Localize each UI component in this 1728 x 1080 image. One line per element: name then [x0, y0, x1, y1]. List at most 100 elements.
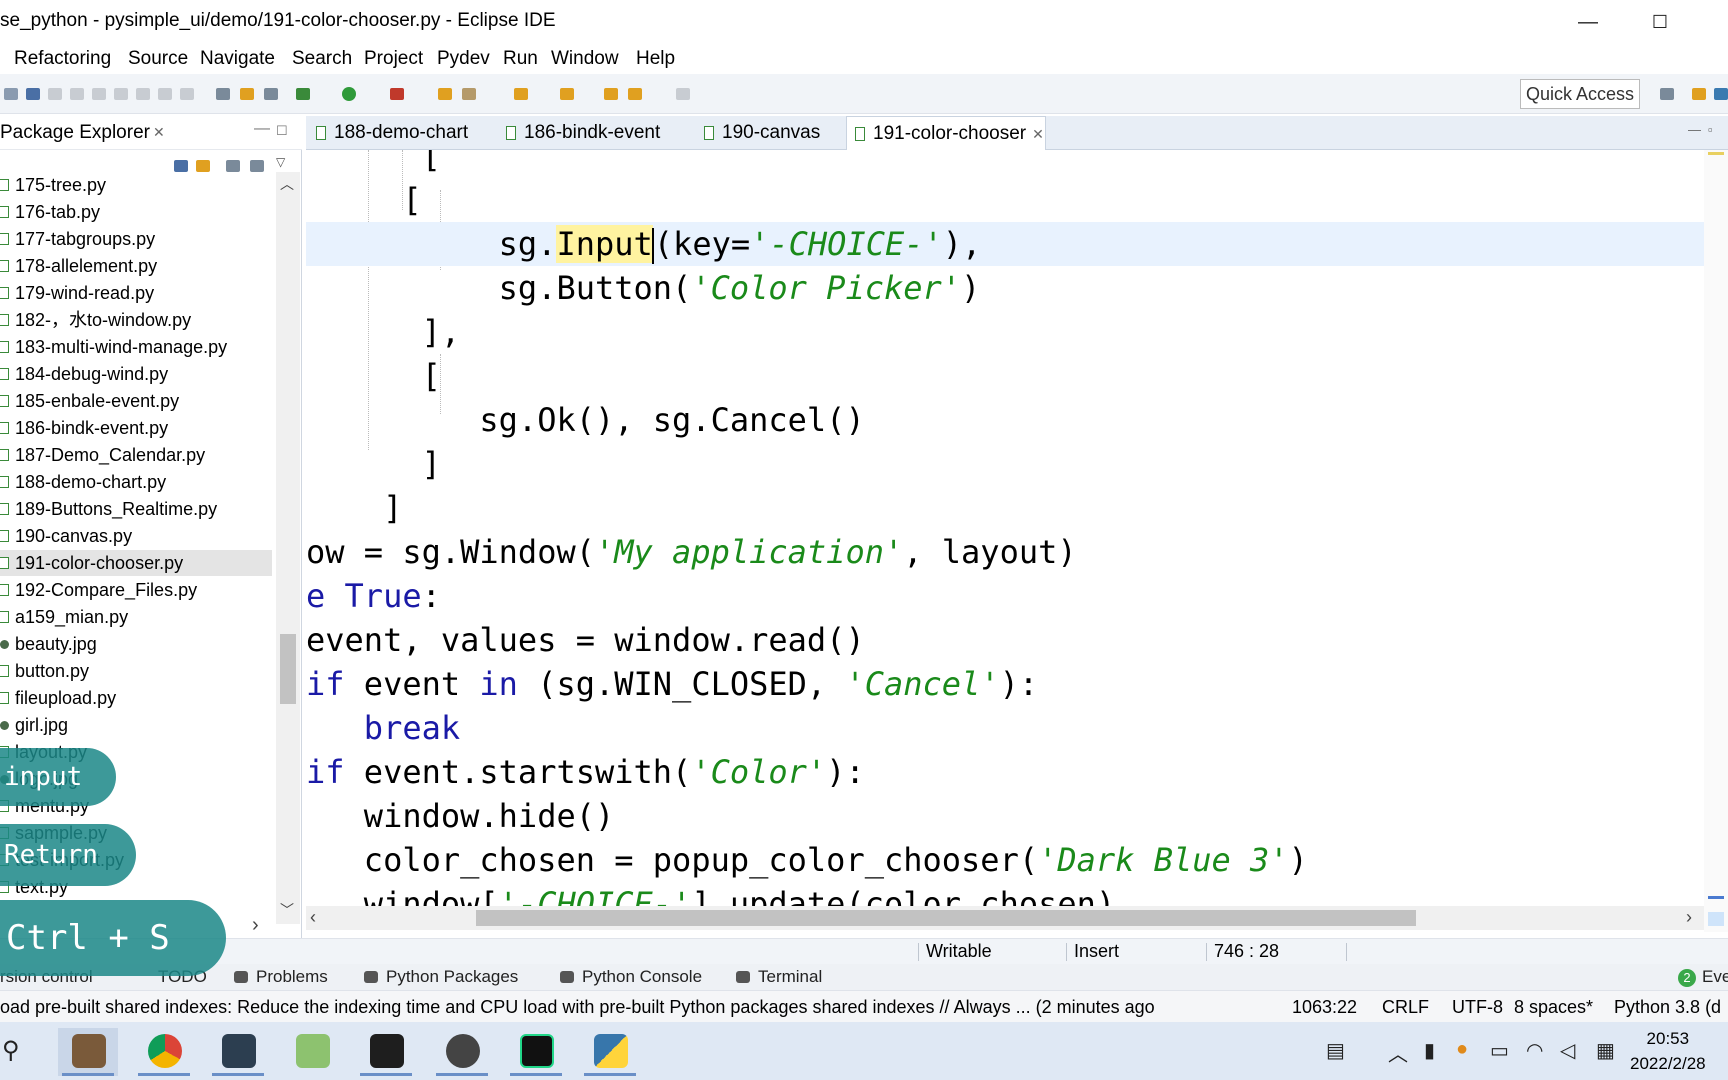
package-explorer-tab[interactable]: Package Explorer [0, 122, 150, 144]
taskbar-app-recorder[interactable] [432, 1028, 492, 1076]
step-return-icon[interactable] [180, 88, 194, 100]
taskbar-app-notepad[interactable] [282, 1028, 342, 1076]
menu-project[interactable]: Project [364, 48, 423, 70]
file-tree-item[interactable]: button.py [0, 658, 272, 684]
next-annotation-icon[interactable] [514, 88, 528, 100]
chevron-up-icon[interactable]: ︿ [1388, 1038, 1408, 1067]
file-tree-item[interactable]: 185-enbale-event.py [0, 388, 272, 414]
scroll-right-icon[interactable]: › [1686, 907, 1692, 928]
java-perspective-icon[interactable] [1692, 88, 1706, 100]
link-editor-icon[interactable] [196, 160, 210, 172]
coverage-icon[interactable] [390, 88, 404, 100]
file-tree-item[interactable]: fileupload.py [0, 685, 272, 711]
line-separator[interactable]: CRLF [1382, 997, 1429, 1018]
code-editor[interactable]: [ [ sg.Input(key='-CHOICE-'), sg.Button(… [306, 150, 1704, 906]
file-tree-item[interactable]: 179-wind-read.py [0, 280, 272, 306]
search-icon[interactable]: ⚲ [2, 1036, 20, 1065]
code-line[interactable]: event, values = window.read() [306, 618, 1704, 662]
console-icon[interactable] [26, 88, 40, 100]
ruler-annotation[interactable] [1708, 152, 1724, 155]
tab-python-console[interactable]: Python Console [560, 967, 702, 987]
code-line[interactable]: [ [306, 150, 1704, 178]
code-line[interactable]: ], [306, 310, 1704, 354]
file-tree-item[interactable]: 175-tree.py [0, 172, 272, 198]
disconnect-icon[interactable] [114, 88, 128, 100]
scroll-left-icon[interactable]: ‹ [310, 907, 316, 928]
file-tree-item[interactable]: 190-canvas.py [0, 523, 272, 549]
menu-window[interactable]: Window [551, 48, 619, 70]
file-tree-item[interactable]: 191-color-chooser.py [0, 550, 272, 576]
indexing-message[interactable]: oad pre-built shared indexes: Reduce the… [0, 997, 1155, 1018]
tab-186-bindk-event[interactable]: 186-bindk-event [498, 116, 660, 150]
file-tree-item[interactable]: 183-multi-wind-manage.py [0, 334, 272, 360]
debug-icon[interactable] [296, 88, 310, 100]
tab-191-color-chooser[interactable]: 191-color-chooser ✕ [846, 116, 1046, 150]
focus-icon[interactable] [226, 160, 240, 172]
run-icon[interactable] [342, 87, 356, 101]
code-line[interactable]: window.hide() [306, 794, 1704, 838]
code-line[interactable]: break [306, 706, 1704, 750]
code-line[interactable]: window['-CHOICE-'].update(color_chosen) [306, 882, 1704, 906]
code-line[interactable]: [ [306, 178, 1704, 222]
tab-188-demo-chart[interactable]: 188-demo-chart [308, 116, 468, 150]
menu-refactoring[interactable]: Refactoring [14, 48, 111, 70]
code-line[interactable]: if event in (sg.WIN_CLOSED, 'Cancel'): [306, 662, 1704, 706]
resume-icon[interactable] [48, 88, 62, 100]
step-over-icon[interactable] [158, 88, 172, 100]
scrollbar-thumb[interactable] [280, 634, 296, 704]
ruler-annotation[interactable] [1708, 912, 1724, 926]
maximize-view-button[interactable]: ☐ [276, 123, 288, 139]
qq-icon[interactable]: ● [1456, 1038, 1468, 1061]
quick-access-input[interactable]: Quick Access [1520, 79, 1640, 109]
file-tree-item[interactable]: 177-tabgroups.py [0, 226, 272, 252]
back-dropdown-icon[interactable] [628, 88, 642, 100]
pydev-perspective-icon[interactable] [1714, 88, 1728, 100]
file-tree-item[interactable]: 187-Demo_Calendar.py [0, 442, 272, 468]
taskbar-app-python[interactable] [580, 1028, 640, 1076]
overview-ruler[interactable] [1704, 150, 1728, 932]
new-folder-icon[interactable] [438, 88, 452, 100]
file-tree-item[interactable]: 188-demo-chart.py [0, 469, 272, 495]
menu-pydev[interactable]: Pydev [437, 48, 490, 70]
file-tree-item[interactable]: a159_mian.py [0, 604, 272, 630]
wifi-icon[interactable]: ◠ [1526, 1038, 1543, 1063]
code-line[interactable]: ow = sg.Window('My application', layout) [306, 530, 1704, 574]
save-icon[interactable] [4, 88, 18, 100]
taskbar-app-settings[interactable] [58, 1028, 118, 1076]
scrollbar-thumb[interactable] [476, 910, 1416, 926]
step-into-icon[interactable] [136, 88, 150, 100]
close-icon[interactable]: ✕ [153, 124, 165, 141]
toggle-mark-icon[interactable] [264, 88, 278, 100]
outline-icon[interactable] [216, 88, 230, 100]
news-widget-icon[interactable]: ▤ [1326, 1038, 1345, 1063]
code-line[interactable]: sg.Button('Color Picker') [306, 266, 1704, 310]
file-encoding[interactable]: UTF-8 [1452, 997, 1503, 1018]
code-line[interactable]: [ [306, 354, 1704, 398]
code-line[interactable]: if event.startswith('Color'): [306, 750, 1704, 794]
code-line[interactable]: ] [306, 486, 1704, 530]
tab-python-packages[interactable]: Python Packages [364, 967, 518, 987]
search-tool-icon[interactable] [462, 88, 476, 100]
menu-source[interactable]: Source [128, 48, 188, 70]
scroll-right-icon[interactable]: › [252, 914, 259, 937]
file-tree-item[interactable]: 176-tab.py [0, 199, 272, 225]
minimize-button[interactable]: — [1558, 6, 1618, 38]
indent-setting[interactable]: 8 spaces* [1514, 997, 1593, 1018]
tab-190-canvas[interactable]: 190-canvas [696, 116, 820, 150]
input-method-icon[interactable]: ▦ [1596, 1038, 1615, 1063]
view-menu-icon[interactable]: ▽ [276, 155, 286, 169]
code-line[interactable]: ] [306, 442, 1704, 486]
file-tree-item[interactable]: 178-allelement.py [0, 253, 272, 279]
battery-icon[interactable]: ▭ [1490, 1038, 1509, 1063]
taskbar-app-editor[interactable] [208, 1028, 268, 1076]
back-icon[interactable] [604, 88, 618, 100]
code-line[interactable]: color_chosen = popup_color_chooser('Dark… [306, 838, 1704, 882]
file-tree-item[interactable]: 189-Buttons_Realtime.py [0, 496, 272, 522]
code-line[interactable]: sg.Ok(), sg.Cancel() [306, 398, 1704, 442]
file-tree-item[interactable]: 184-debug-wind.py [0, 361, 272, 387]
file-tree-scrollbar[interactable]: ︿ ﹀ [276, 172, 300, 924]
menu-run[interactable]: Run [503, 48, 538, 70]
tab-event-log[interactable]: 2 Eve [1678, 967, 1728, 987]
volume-icon[interactable]: ◁ [1560, 1038, 1575, 1063]
maximize-button[interactable]: ☐ [1630, 6, 1690, 38]
